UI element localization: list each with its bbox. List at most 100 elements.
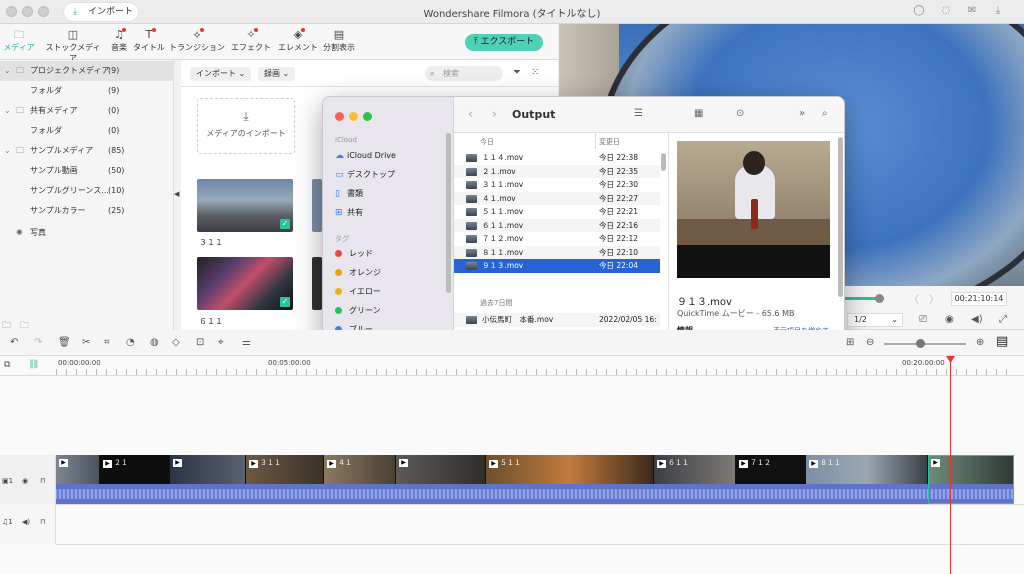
link-icon[interactable]: ⛓ xyxy=(28,360,39,370)
chevron-down-icon[interactable]: ⌄ xyxy=(4,141,11,161)
timeline-clip[interactable]: ▶ ３１１ xyxy=(246,455,324,484)
library-item[interactable]: ⌄ 🗀 共有メディア (0) xyxy=(0,101,174,121)
file-row[interactable]: ９１３.mov 今日 22:04 xyxy=(454,259,660,273)
chevron-down-icon[interactable]: ⌄ xyxy=(4,61,11,81)
crop-icon[interactable]: ⌗ xyxy=(104,337,110,348)
zoom-out-icon[interactable]: ⊖ xyxy=(866,337,874,348)
playback-progress[interactable] xyxy=(843,297,879,300)
grid-view-icon[interactable]: ⁙ xyxy=(531,67,539,78)
tool-music[interactable]: ♫ 音楽 xyxy=(108,28,130,53)
keyframe-icon[interactable]: ◇ xyxy=(172,337,180,348)
timeline-clip[interactable]: ▶ ４１ xyxy=(324,455,396,484)
color-icon[interactable]: ◍ xyxy=(150,337,159,348)
tool-folder[interactable]: 🗀 メディア xyxy=(2,28,36,53)
media-search-input[interactable]: ⌕ 検索 xyxy=(425,66,503,81)
download-status-icon[interactable]: ⤓ xyxy=(992,5,1004,17)
forward-icon[interactable]: › xyxy=(492,107,497,121)
timeline-zoom-knob[interactable] xyxy=(916,339,925,348)
tool-split-screen[interactable]: ▤ 分割表示 xyxy=(322,28,356,53)
timeline-clip[interactable]: ▶ ６１１ xyxy=(654,455,736,484)
account-icon[interactable]: ◯ xyxy=(913,5,925,17)
previous-frame-icon[interactable]: 〈 xyxy=(909,291,919,306)
zoom-in-icon[interactable]: ⊕ xyxy=(976,337,984,348)
tool-stock-media[interactable]: ◫ ストックメディア xyxy=(42,28,104,64)
marker-icon[interactable]: ⊞ xyxy=(846,337,854,348)
finder-close-button[interactable] xyxy=(335,112,344,121)
sidebar-item-desktop[interactable]: ▭ デスクトップ xyxy=(335,168,395,182)
finder-zoom-button[interactable] xyxy=(363,112,372,121)
more-toolbar-icon[interactable]: » xyxy=(799,108,805,119)
timeline-clip[interactable]: ▶ ８１１ xyxy=(806,455,928,484)
library-item[interactable]: サンプルグリーンス... (10) xyxy=(0,181,174,201)
file-list-scrollbar[interactable] xyxy=(661,153,666,171)
timeline-clip[interactable]: ▶ ５１１ xyxy=(486,455,654,484)
timeline-clip[interactable]: ▶ xyxy=(56,455,100,484)
finder-minimize-button[interactable] xyxy=(349,112,358,121)
timeline-ruler[interactable]: ⧉ ⛓ 00:00:00:00 00:05:00:00 00:20:00:00 xyxy=(0,356,1024,376)
media-thumbnail[interactable]: ✓ xyxy=(197,257,293,310)
speaker-icon[interactable]: ◀) xyxy=(22,518,30,526)
finder-search-icon[interactable]: ⌕ xyxy=(822,108,828,119)
media-thumbnail-partial[interactable] xyxy=(312,257,322,310)
action-menu-icon[interactable]: ⊙ xyxy=(736,108,744,119)
redo-icon[interactable]: ↷ xyxy=(34,337,42,348)
file-row[interactable]: １１４.mov 今日 22:38 xyxy=(454,151,660,165)
file-row[interactable]: 小伝馬町 本番.mov 2022/02/05 16: xyxy=(454,313,660,327)
timeline-clip[interactable]: ▶ xyxy=(928,455,1014,484)
undo-icon[interactable]: ↶ xyxy=(10,337,18,348)
timeline-clip[interactable]: ▶ ７１２ xyxy=(736,455,806,484)
playback-scrubber[interactable] xyxy=(875,294,884,303)
column-header-modified[interactable]: 変更日 xyxy=(599,137,620,147)
sidebar-item-document[interactable]: ▯ 書類 xyxy=(335,187,363,201)
import-dropdown[interactable]: インポート ⌄ xyxy=(190,67,252,81)
sidebar-tag[interactable]: イエロー xyxy=(335,285,381,299)
timeline-clip[interactable]: ▶ xyxy=(396,455,486,484)
sidebar-item-shared[interactable]: ⊞ 共有 xyxy=(335,206,363,220)
volume-icon[interactable]: ◀) xyxy=(971,314,983,325)
tool-title[interactable]: T タイトル xyxy=(132,28,166,53)
render-preview-icon[interactable]: ⎚ xyxy=(919,314,927,325)
lock-icon[interactable]: ⊓ xyxy=(40,477,45,485)
group-view-icon[interactable]: ▦ xyxy=(694,108,703,119)
media-thumbnail-partial[interactable] xyxy=(312,179,322,232)
delete-icon[interactable]: 🗑 xyxy=(58,337,71,348)
column-header-name[interactable]: 今日 xyxy=(480,137,494,147)
export-button[interactable]: ⤒ エクスポート xyxy=(465,34,543,51)
tool-transition[interactable]: ⟡ トランジション xyxy=(168,28,226,53)
playhead[interactable] xyxy=(950,356,951,574)
file-row[interactable]: ３１１.mov 今日 22:30 xyxy=(454,178,660,192)
library-item[interactable]: サンプル動画 (50) xyxy=(0,161,174,181)
file-row[interactable]: ５１１.mov 今日 22:21 xyxy=(454,205,660,219)
lock-icon[interactable]: ⊓ xyxy=(40,518,45,526)
file-row[interactable]: ７１２.mov 今日 22:12 xyxy=(454,232,660,246)
tool-element[interactable]: ◈ エレメント xyxy=(277,28,319,53)
preview-scrollbar[interactable] xyxy=(838,137,843,297)
timeline-clip[interactable]: ▶ ２１ xyxy=(100,455,170,484)
library-item[interactable]: サンプルカラー (25) xyxy=(0,201,174,221)
fullscreen-icon[interactable]: ⤢ xyxy=(999,314,1007,325)
video-clip-strip[interactable]: ▶ ▶ ８１１ ▶ ７１２ ▶ ６１１ ▶ ５１１ ▶ ▶ ４１ ▶ ３１１ ▶ ▶ ２１ ▶ xyxy=(56,455,1014,504)
motion-track-icon[interactable]: ⌖ xyxy=(218,337,224,348)
file-row[interactable]: ８１１.mov 今日 22:10 xyxy=(454,245,660,259)
speed-icon[interactable]: ◔ xyxy=(126,337,135,348)
sidebar-scrollbar[interactable] xyxy=(446,133,451,293)
stabilize-icon[interactable]: ⊡ xyxy=(196,337,204,348)
timeline-zoom-slider[interactable] xyxy=(884,343,966,345)
file-row[interactable]: ２１.mov 今日 22:35 xyxy=(454,164,660,178)
library-item[interactable]: ⌄ 🗀 サンプルメディア (85) xyxy=(0,141,174,161)
file-row[interactable]: ４１.mov 今日 22:27 xyxy=(454,191,660,205)
add-track-icon[interactable]: ⧉ xyxy=(4,360,10,370)
file-row[interactable]: ６１１.mov 今日 22:16 xyxy=(454,218,660,232)
library-item[interactable]: ⌄ 🗀 プロジェクトメディア (9) xyxy=(0,61,174,81)
sidebar-item-cloud[interactable]: ☁ iCloud Drive xyxy=(335,149,396,163)
snapshot-icon[interactable]: ◉ xyxy=(945,314,954,325)
filter-icon[interactable]: ⏷ xyxy=(513,67,521,78)
support-icon[interactable]: ◌ xyxy=(940,5,952,17)
quality-dropdown[interactable]: 1/2 ⌄ xyxy=(847,313,903,327)
audio-adjust-icon[interactable]: ⚌ xyxy=(242,337,251,348)
next-frame-icon[interactable]: 〉 xyxy=(929,291,939,306)
back-icon[interactable]: ‹ xyxy=(468,107,473,121)
message-icon[interactable]: ✉ xyxy=(966,5,978,17)
cut-icon[interactable]: ✂ xyxy=(82,337,90,348)
sidebar-tag[interactable]: レッド xyxy=(335,247,373,261)
